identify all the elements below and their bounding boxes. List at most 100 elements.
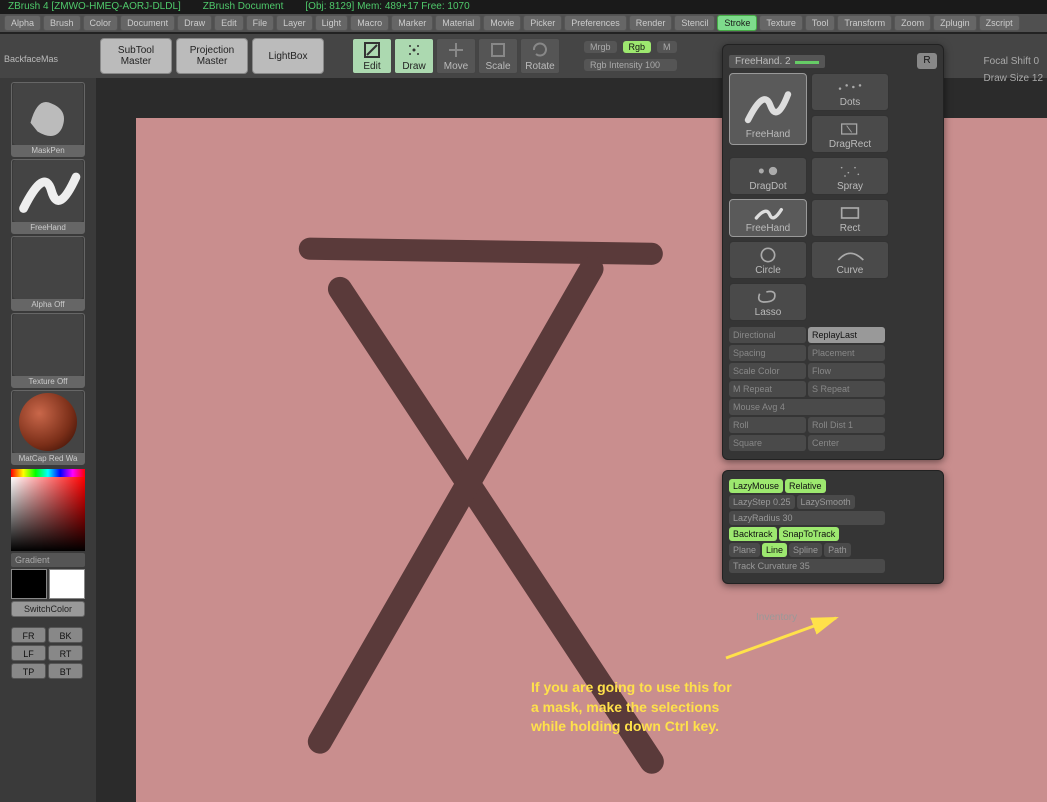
prop-directional[interactable]: Directional <box>729 327 806 343</box>
subtool-master-button[interactable]: SubTool Master <box>100 38 172 74</box>
rgb-button[interactable]: Rgb <box>623 41 652 53</box>
view-lf-button[interactable]: LF <box>11 645 46 661</box>
prop-s-repeat[interactable]: S Repeat <box>808 381 885 397</box>
stroke-tile-dots[interactable]: Dots <box>811 73 889 111</box>
brush-label: MaskPen <box>12 145 84 156</box>
menu-movie[interactable]: Movie <box>483 15 521 31</box>
prop-square[interactable]: Square <box>729 435 806 451</box>
prop-flow[interactable]: Flow <box>808 363 885 379</box>
m-button[interactable]: M <box>657 41 677 53</box>
stroke-tile-freehand[interactable]: FreeHand <box>729 199 807 237</box>
menu-marker[interactable]: Marker <box>391 15 433 31</box>
lazy-lazystep-0-25[interactable]: LazyStep 0.25 <box>729 495 795 509</box>
hue-bar[interactable] <box>11 469 85 477</box>
lazy-lazyradius-30[interactable]: LazyRadius 30 <box>729 511 885 525</box>
view-bt-button[interactable]: BT <box>48 663 83 679</box>
view-tp-button[interactable]: TP <box>11 663 46 679</box>
lazy-snaptotrack[interactable]: SnapToTrack <box>779 527 840 541</box>
switch-color-button[interactable]: SwitchColor <box>11 601 85 617</box>
stroke-swatch-freehand[interactable]: FreeHand <box>11 159 85 234</box>
menu-color[interactable]: Color <box>83 15 119 31</box>
projection-master-button[interactable]: Projection Master <box>176 38 248 74</box>
prop-roll-dist-1[interactable]: Roll Dist 1 <box>808 417 885 433</box>
lazy-path[interactable]: Path <box>824 543 851 557</box>
scale-mode-button[interactable]: Scale <box>478 38 518 74</box>
edit-mode-button[interactable]: Edit <box>352 38 392 74</box>
main-menu-bar: AlphaBrushColorDocumentDrawEditFileLayer… <box>0 14 1047 34</box>
view-rt-button[interactable]: RT <box>48 645 83 661</box>
lazy-lazymouse[interactable]: LazyMouse <box>729 479 783 493</box>
stroke-panel-title: FreeHand. 2 <box>729 55 825 68</box>
material-swatch[interactable]: MatCap Red Wa <box>11 390 85 465</box>
prop-m-repeat[interactable]: M Repeat <box>729 381 806 397</box>
stroke-tile-freehand[interactable]: FreeHand <box>729 73 807 145</box>
menu-picker[interactable]: Picker <box>523 15 562 31</box>
draw-size-slider[interactable]: Draw Size 12 <box>984 73 1043 84</box>
prop-mouse-avg-4[interactable]: Mouse Avg 4 <box>729 399 885 415</box>
menu-zoom[interactable]: Zoom <box>894 15 931 31</box>
menu-texture[interactable]: Texture <box>759 15 803 31</box>
menu-document[interactable]: Document <box>120 15 175 31</box>
lazy-plane[interactable]: Plane <box>729 543 760 557</box>
stroke-tile-spray[interactable]: Spray <box>811 157 889 195</box>
menu-light[interactable]: Light <box>315 15 349 31</box>
mem-stats: [Obj: 8129] Mem: 489+17 Free: 1070 <box>305 1 469 13</box>
stroke-tile-rect[interactable]: Rect <box>811 199 889 237</box>
menu-brush[interactable]: Brush <box>43 15 81 31</box>
stroke-tile-dragdot[interactable]: DragDot <box>729 157 807 195</box>
prop-center[interactable]: Center <box>808 435 885 451</box>
lazy-track-curvature-35[interactable]: Track Curvature 35 <box>729 559 885 573</box>
focal-shift-slider[interactable]: Focal Shift 0 <box>984 56 1043 67</box>
stroke-tile-circle[interactable]: Circle <box>729 241 807 279</box>
prop-scale-color[interactable]: Scale Color <box>729 363 806 379</box>
menu-macro[interactable]: Macro <box>350 15 389 31</box>
inventory-header[interactable]: Inventory <box>756 612 797 623</box>
prop-roll[interactable]: Roll <box>729 417 806 433</box>
stroke-tile-curve[interactable]: Curve <box>811 241 889 279</box>
gradient-button[interactable]: Gradient <box>11 553 85 567</box>
lightbox-button[interactable]: LightBox <box>252 38 324 74</box>
stroke-tile-dragrect[interactable]: DragRect <box>811 115 889 153</box>
mrgb-button[interactable]: Mrgb <box>584 41 617 53</box>
prop-replaylast[interactable]: ReplayLast <box>808 327 885 343</box>
menu-alpha[interactable]: Alpha <box>4 15 41 31</box>
menu-preferences[interactable]: Preferences <box>564 15 627 31</box>
menu-stroke[interactable]: Stroke <box>717 15 757 31</box>
prop-spacing[interactable]: Spacing <box>729 345 806 361</box>
move-mode-button[interactable]: Move <box>436 38 476 74</box>
color-black-swatch[interactable] <box>11 569 47 599</box>
lazy-spline[interactable]: Spline <box>789 543 822 557</box>
color-picker[interactable] <box>11 477 85 551</box>
menu-zscript[interactable]: Zscript <box>979 15 1020 31</box>
view-fr-button[interactable]: FR <box>11 627 46 643</box>
rgb-intensity-slider[interactable]: Rgb Intensity 100 <box>584 59 677 71</box>
menu-material[interactable]: Material <box>435 15 481 31</box>
alpha-label: Alpha Off <box>12 299 84 310</box>
menu-edit[interactable]: Edit <box>214 15 244 31</box>
menu-draw[interactable]: Draw <box>177 15 212 31</box>
brush-swatch-maskpen[interactable]: MaskPen <box>11 82 85 157</box>
texture-swatch[interactable]: Texture Off <box>11 313 85 388</box>
lazy-line[interactable]: Line <box>762 543 787 557</box>
menu-file[interactable]: File <box>246 15 275 31</box>
view-bk-button[interactable]: BK <box>48 627 83 643</box>
draw-mode-button[interactable]: Draw <box>394 38 434 74</box>
menu-stencil[interactable]: Stencil <box>674 15 715 31</box>
doc-title: ZBrush Document <box>203 1 284 13</box>
lazy-lazysmooth[interactable]: LazySmooth <box>797 495 855 509</box>
backface-mask-label[interactable]: BackfaceMas <box>0 50 62 68</box>
menu-tool[interactable]: Tool <box>805 15 836 31</box>
menu-zplugin[interactable]: Zplugin <box>933 15 977 31</box>
lazy-backtrack[interactable]: Backtrack <box>729 527 777 541</box>
reset-button[interactable]: R <box>917 53 937 69</box>
rotate-mode-button[interactable]: Rotate <box>520 38 560 74</box>
alpha-swatch[interactable]: Alpha Off <box>11 236 85 311</box>
texture-label: Texture Off <box>12 376 84 387</box>
stroke-tile-lasso[interactable]: Lasso <box>729 283 807 321</box>
menu-layer[interactable]: Layer <box>276 15 313 31</box>
menu-transform[interactable]: Transform <box>837 15 892 31</box>
lazy-relative[interactable]: Relative <box>785 479 826 493</box>
menu-render[interactable]: Render <box>629 15 673 31</box>
color-white-swatch[interactable] <box>49 569 85 599</box>
prop-placement[interactable]: Placement <box>808 345 885 361</box>
